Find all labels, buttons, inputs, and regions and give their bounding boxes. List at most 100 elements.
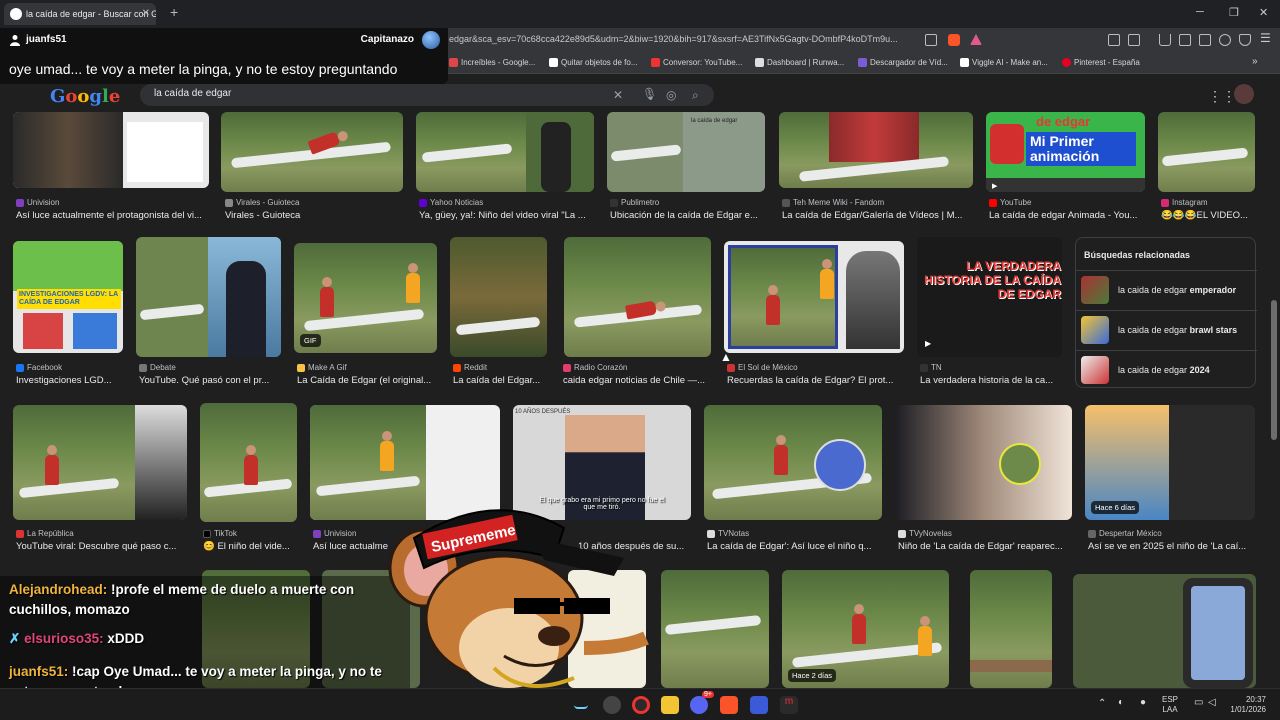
result-caption[interactable]: La caída del Edgar... xyxy=(453,375,547,386)
image-result[interactable]: GIF xyxy=(294,243,437,353)
search-input[interactable]: la caída de edgar xyxy=(154,88,231,99)
close-tab-icon[interactable]: ✕ xyxy=(142,3,150,25)
brave-browser-icon[interactable] xyxy=(720,696,738,714)
result-caption[interactable]: La caída de Edgar': Así luce el niño q..… xyxy=(707,541,883,552)
search-taskbar-icon[interactable] xyxy=(574,699,588,709)
result-caption[interactable]: Ubicación de la caída de Edgar e... xyxy=(610,210,766,221)
image-result[interactable] xyxy=(416,112,594,192)
microphone-icon[interactable]: 🎙 xyxy=(642,87,657,101)
brave-shield-icon[interactable] xyxy=(948,34,960,46)
image-result[interactable] xyxy=(200,403,297,522)
new-tab-icon[interactable]: + xyxy=(170,4,178,20)
brave-rewards-icon[interactable] xyxy=(970,34,982,45)
menu-icon[interactable]: ☰ xyxy=(1260,31,1272,45)
image-result[interactable] xyxy=(704,405,882,520)
image-result[interactable] xyxy=(136,237,281,357)
image-result[interactable]: LA VERDADERA HISTORIA DE LA CAÍDA DE EDG… xyxy=(917,237,1062,357)
image-result[interactable] xyxy=(221,112,403,192)
result-caption[interactable]: Niño de 'La caída de Edgar' reaparec... xyxy=(898,541,1074,552)
share-icon[interactable] xyxy=(925,34,937,46)
result-caption[interactable]: La Caída de Edgar (el original... xyxy=(297,375,437,386)
image-result[interactable] xyxy=(13,112,209,188)
result-caption[interactable]: La verdadera historia de la ca... xyxy=(920,375,1062,386)
image-result[interactable] xyxy=(724,241,904,353)
apps-grid-icon[interactable]: ⋮⋮ xyxy=(1208,88,1236,105)
image-result[interactable] xyxy=(564,237,711,357)
result-caption[interactable]: La caída de Edgar/Galería de Vídeos | M.… xyxy=(782,210,974,221)
result-caption[interactable]: Así se ve en 2025 el niño de 'La caí... xyxy=(1088,541,1256,552)
image-result[interactable] xyxy=(13,405,187,520)
image-result[interactable]: Hace 2 días xyxy=(782,570,949,688)
result-source: TVyNovelas xyxy=(898,529,952,538)
bookmark-item[interactable]: Descargador de Víd... xyxy=(858,58,948,67)
image-result[interactable] xyxy=(970,570,1052,688)
file-explorer-icon[interactable] xyxy=(661,696,679,714)
result-caption[interactable]: Virales - Guioteca xyxy=(225,210,405,221)
bookmark-item[interactable]: Dashboard | Runwa... xyxy=(755,58,844,67)
result-caption[interactable]: Investigaciones LGD... xyxy=(16,375,126,386)
leo-icon[interactable] xyxy=(1219,34,1231,46)
page-scrollbar[interactable] xyxy=(1271,300,1277,440)
image-result[interactable]: de edgar Mi Primer animación ▶ xyxy=(986,112,1145,192)
image-result[interactable]: la caída de edgar xyxy=(607,112,765,192)
language-indicator[interactable]: ESP LAA xyxy=(1162,695,1178,715)
result-caption[interactable]: YouTube. Qué pasó con el pr... xyxy=(139,375,281,386)
url-text[interactable]: edgar&sca_esv=70c68cca422e89d5&udm=2&biw… xyxy=(449,34,898,44)
clock[interactable]: 20:37 1/01/2026 xyxy=(1230,695,1266,715)
result-source: YouTube xyxy=(989,198,1031,207)
close-window-icon[interactable]: ✕ xyxy=(1259,6,1268,19)
discord-icon[interactable] xyxy=(690,696,708,714)
google-logo[interactable]: Google xyxy=(50,86,120,108)
mic-tray-icon[interactable]: ● xyxy=(1140,698,1146,708)
bookmark-item[interactable]: Conversor: YouTube... xyxy=(651,58,742,67)
network-icon[interactable]: ◐ xyxy=(1118,698,1124,708)
sidebar-icon[interactable] xyxy=(1179,34,1191,46)
result-caption[interactable]: 😂😂😂EL VIDEO... xyxy=(1161,210,1256,221)
related-search-item[interactable]: la caida de edgar brawl stars xyxy=(1076,310,1257,350)
bookmark-item[interactable]: Pinterest - España xyxy=(1062,58,1140,67)
volume-icon[interactable]: ◁ xyxy=(1208,698,1216,708)
related-search-item[interactable]: la caida de edgar emperador xyxy=(1076,270,1257,310)
record-icon[interactable] xyxy=(632,696,650,714)
result-caption[interactable]: caida edgar noticias de Chile —... xyxy=(563,375,711,386)
result-caption[interactable]: 😊 El niño del vide... xyxy=(203,541,298,552)
image-result[interactable] xyxy=(661,570,769,688)
result-caption[interactable]: Ya, güey, ya!: Niño del video viral "La … xyxy=(419,210,595,221)
related-search-item[interactable]: la caida de edgar 2024 xyxy=(1076,350,1257,390)
result-caption[interactable]: YouTube viral: Descubre qué paso c... xyxy=(16,541,188,552)
time-badge: Hace 6 días xyxy=(1091,501,1140,514)
image-result[interactable]: INVESTIGACIONES LGDV: LA CAÍDA DE EDGAR xyxy=(13,241,123,353)
bookmarks-more-icon[interactable]: » xyxy=(1252,56,1258,67)
v-app-icon[interactable] xyxy=(750,696,768,714)
image-result[interactable] xyxy=(1073,574,1256,688)
browser-tab[interactable]: la caída de edgar - Buscar con G ✕ xyxy=(4,3,156,25)
result-caption[interactable]: La caída de edgar Animada - You... xyxy=(989,210,1147,221)
result-caption[interactable]: Así luce actualmente el protagonista del… xyxy=(16,210,210,221)
image-result[interactable]: Hace 6 días xyxy=(1085,405,1255,520)
display-icon[interactable]: ▭ xyxy=(1194,698,1203,708)
obs-icon[interactable] xyxy=(603,696,621,714)
account-avatar[interactable] xyxy=(1234,84,1254,104)
tray-chevron-icon[interactable]: ⌃ xyxy=(1098,699,1106,709)
download-icon[interactable] xyxy=(1159,34,1171,46)
m-app-icon[interactable]: m xyxy=(780,696,798,714)
lens-icon[interactable]: ◎ xyxy=(666,88,676,102)
image-result[interactable] xyxy=(1158,112,1255,192)
bookmark-item[interactable]: Viggle AI - Make an... xyxy=(960,58,1048,67)
search-icon[interactable]: ⌕ xyxy=(692,88,699,103)
search-box[interactable]: la caída de edgar ✕ 🎙 ◎ ⌕ xyxy=(140,84,714,106)
clear-icon[interactable]: ✕ xyxy=(613,88,623,102)
screenshot-icon[interactable] xyxy=(1128,34,1140,46)
minimize-icon[interactable]: ─ xyxy=(1196,6,1204,18)
extensions-icon[interactable] xyxy=(1108,34,1120,46)
image-result[interactable] xyxy=(450,237,547,357)
wallet-icon[interactable] xyxy=(1199,34,1211,46)
bookmark-item[interactable]: Increíbles - Google... xyxy=(449,58,535,67)
bookmark-item[interactable]: Quitar objetos de fo... xyxy=(549,58,638,67)
image-result[interactable] xyxy=(895,405,1072,520)
image-result[interactable] xyxy=(779,112,973,188)
maximize-icon[interactable]: ❐ xyxy=(1229,6,1239,19)
result-caption[interactable]: Así luce actualme xyxy=(313,541,393,552)
result-caption[interactable]: Recuerdas la caída de Edgar? El prot... xyxy=(727,375,903,386)
vpn-shield-icon[interactable] xyxy=(1239,34,1251,46)
